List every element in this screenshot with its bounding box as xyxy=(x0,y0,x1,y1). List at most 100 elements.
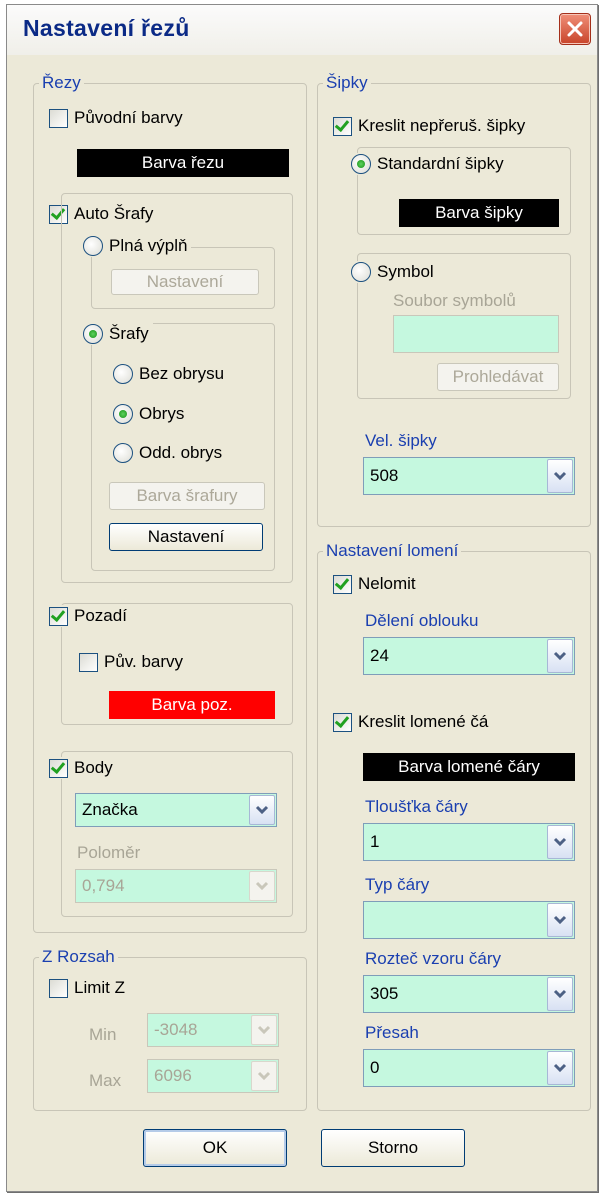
tloustka-cary-value: 1 xyxy=(370,832,380,851)
barva-sipky-button[interactable]: Barva šipky xyxy=(399,199,559,227)
chevron-down-icon xyxy=(553,915,567,925)
polomer-select[interactable]: 0,794 xyxy=(75,869,277,903)
storno-button[interactable]: Storno xyxy=(321,1129,465,1167)
chevron-down-icon xyxy=(257,1071,271,1081)
symbol-label: Symbol xyxy=(377,262,434,281)
dropdown-button[interactable] xyxy=(251,1061,277,1091)
checkbox-box-checked xyxy=(333,574,352,594)
chevron-down-icon xyxy=(255,881,269,891)
nelomit-checkbox[interactable]: Nelomit xyxy=(333,573,416,595)
dropdown-button[interactable] xyxy=(547,1051,573,1085)
roztec-vzoru-cary-value: 305 xyxy=(370,984,399,1003)
barva-poz-button[interactable]: Barva poz. xyxy=(109,691,275,719)
body-checkbox[interactable]: Body xyxy=(49,757,117,779)
typ-cary-select[interactable] xyxy=(363,901,575,939)
srafy-radio[interactable]: Šrafy xyxy=(83,323,153,345)
plna-vypln-radio[interactable]: Plná výplň xyxy=(83,235,192,257)
znacka-select[interactable]: Značka xyxy=(75,793,277,827)
puv-barvy-label: Pův. barvy xyxy=(104,652,184,671)
pozadi-label: Pozadí xyxy=(74,606,127,625)
symbol-radio[interactable]: Symbol xyxy=(351,261,438,283)
nelomit-label: Nelomit xyxy=(358,574,416,593)
chevron-down-icon xyxy=(255,805,269,815)
barva-rezu-button[interactable]: Barva řezu xyxy=(77,149,289,177)
tloustka-cary-select[interactable]: 1 xyxy=(363,823,575,861)
presah-value: 0 xyxy=(370,1058,380,1077)
vel-sipky-value: 508 xyxy=(370,466,399,485)
max-label: Max xyxy=(89,1071,122,1090)
presah-select[interactable]: 0 xyxy=(363,1049,575,1087)
barva-lomene-cary-button[interactable]: Barva lomené čáry xyxy=(363,753,575,781)
nastaveni-disabled-button[interactable]: Nastavení xyxy=(111,269,259,295)
obrys-radio[interactable]: Obrys xyxy=(113,403,184,425)
checkbox-box-checked xyxy=(333,116,352,136)
bez-obrysu-label: Bez obrysu xyxy=(139,364,225,383)
nastaveni-button[interactable]: Nastavení xyxy=(109,523,263,551)
max-select[interactable]: 6096 xyxy=(147,1059,279,1093)
title-bar: Nastavení řezů xyxy=(7,5,597,55)
radio-circle-checked xyxy=(351,154,371,174)
pozadi-checkbox[interactable]: Pozadí xyxy=(49,605,131,627)
chevron-down-icon xyxy=(257,1025,271,1035)
max-value: 6096 xyxy=(154,1066,192,1085)
deleni-oblouku-value: 24 xyxy=(370,646,389,665)
min-value: -3048 xyxy=(154,1020,198,1039)
kreslit-lomene-label: Kreslit lomené čá xyxy=(358,712,489,731)
prohledavat-button[interactable]: Prohledávat xyxy=(437,363,559,391)
close-icon xyxy=(567,21,583,37)
bez-obrysu-radio[interactable]: Bez obrysu xyxy=(113,363,224,385)
soubor-symbolu-input[interactable] xyxy=(393,315,559,353)
radio-circle xyxy=(83,236,103,256)
chevron-down-icon xyxy=(553,837,567,847)
puvodni-barvy-checkbox[interactable]: Původní barvy xyxy=(49,107,183,129)
checkbox-box-checked xyxy=(49,758,68,778)
dialog-title: Nastavení řezů xyxy=(23,15,190,41)
vel-sipky-select[interactable]: 508 xyxy=(363,457,575,495)
plna-vypln-label: Plná výplň xyxy=(109,236,188,255)
rezy-group-title: Řezy xyxy=(39,73,84,93)
dropdown-button[interactable] xyxy=(249,795,275,825)
checkbox-box xyxy=(79,652,98,672)
radio-circle-checked xyxy=(113,404,133,424)
barva-srafury-button[interactable]: Barva šrafury xyxy=(109,482,265,510)
srafy-label: Šrafy xyxy=(109,324,149,343)
dropdown-button[interactable] xyxy=(251,1015,277,1045)
sipky-group-title: Šipky xyxy=(323,73,371,93)
deleni-oblouku-select[interactable]: 24 xyxy=(363,637,575,675)
chevron-down-icon xyxy=(553,471,567,481)
checkbox-box-checked xyxy=(49,606,68,626)
ok-button[interactable]: OK xyxy=(143,1129,287,1167)
checkbox-box xyxy=(49,978,68,998)
kreslit-neprerus-sipky-checkbox[interactable]: Kreslit nepřeruš. šipky xyxy=(333,115,525,137)
chevron-down-icon xyxy=(553,989,567,999)
standardni-sipky-radio[interactable]: Standardní šipky xyxy=(351,153,508,175)
dropdown-button[interactable] xyxy=(547,977,573,1011)
dropdown-button[interactable] xyxy=(547,639,573,673)
checkbox-box xyxy=(49,108,68,128)
close-button[interactable] xyxy=(559,13,591,45)
checkbox-box-checked xyxy=(333,712,352,732)
dialog-window: Nastavení řezů Řezy Původní barvy Barva … xyxy=(6,4,598,1192)
presah-label: Přesah xyxy=(365,1023,419,1042)
dropdown-button[interactable] xyxy=(249,871,275,901)
puv-barvy-checkbox[interactable]: Pův. barvy xyxy=(79,651,183,673)
dropdown-button[interactable] xyxy=(547,825,573,859)
deleni-oblouku-label: Dělení oblouku xyxy=(365,611,479,630)
kreslit-lomene-checkbox[interactable]: Kreslit lomené čá xyxy=(333,711,488,733)
soubor-symbolu-label: Soubor symbolů xyxy=(393,291,516,310)
chevron-down-icon xyxy=(553,651,567,661)
dropdown-button[interactable] xyxy=(547,903,573,937)
min-select[interactable]: -3048 xyxy=(147,1013,279,1047)
odd-obrys-radio[interactable]: Odd. obrys xyxy=(113,442,222,464)
radio-circle xyxy=(351,262,371,282)
typ-cary-label: Typ čáry xyxy=(365,875,430,894)
min-label: Min xyxy=(89,1025,117,1044)
polomer-value: 0,794 xyxy=(82,876,125,895)
standardni-sipky-label: Standardní šipky xyxy=(377,154,504,173)
radio-circle-checked xyxy=(83,324,103,344)
limit-z-checkbox[interactable]: Limit Z xyxy=(49,977,125,999)
chevron-down-icon xyxy=(553,1063,567,1073)
vel-sipky-label: Vel. šipky xyxy=(365,431,437,450)
roztec-vzoru-cary-select[interactable]: 305 xyxy=(363,975,575,1013)
dropdown-button[interactable] xyxy=(547,459,573,493)
